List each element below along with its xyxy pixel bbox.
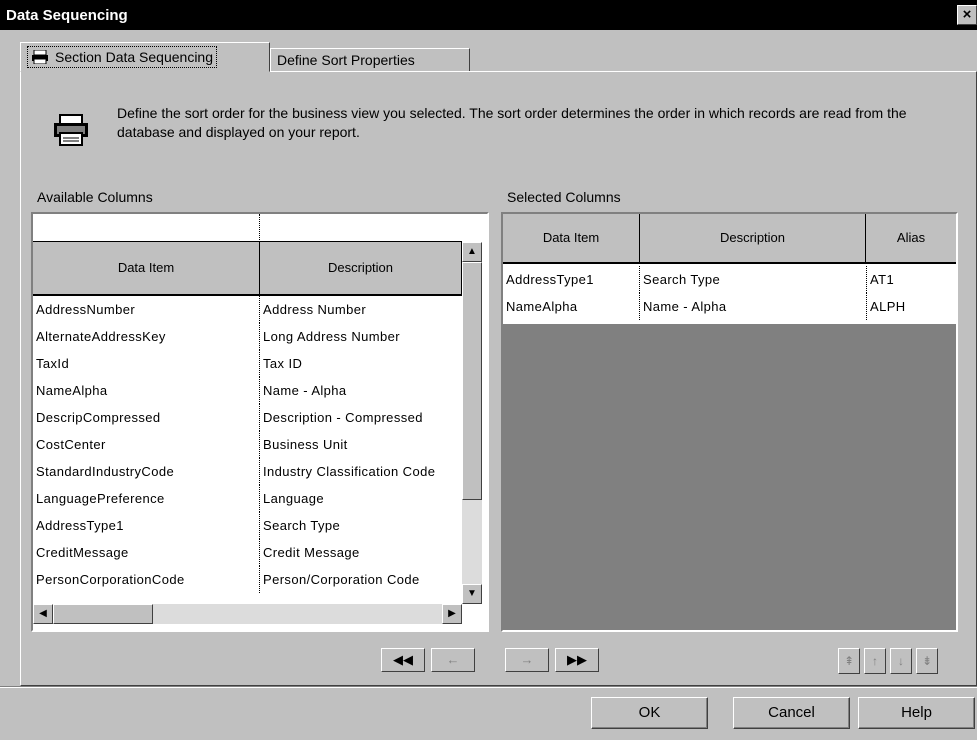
window-title: Data Sequencing bbox=[6, 6, 128, 24]
column-header-description[interactable]: Description bbox=[260, 242, 462, 296]
table-row[interactable]: PersonCorporationCode Person/Corporation … bbox=[33, 566, 462, 593]
table-row[interactable]: NameAlpha Name - Alpha bbox=[33, 377, 462, 404]
selected-columns-label: Selected Columns bbox=[507, 189, 621, 205]
column-header-data-item[interactable]: Data Item bbox=[503, 214, 640, 264]
printer-icon bbox=[54, 114, 88, 146]
remove-button[interactable]: ← bbox=[431, 648, 475, 672]
ok-label: OK bbox=[638, 704, 661, 721]
table-row[interactable]: StandardIndustryCode Industry Classificat… bbox=[33, 458, 462, 485]
move-down-button[interactable]: ↓ bbox=[890, 648, 912, 674]
column-header-data-item[interactable]: Data Item bbox=[33, 242, 260, 296]
table-row[interactable]: NameAlpha Name - Alpha ALPH bbox=[503, 293, 956, 320]
divider bbox=[0, 686, 977, 688]
table-row[interactable]: LanguagePreference Language bbox=[33, 485, 462, 512]
table-row[interactable]: AlternateAddressKey Long Address Number bbox=[33, 323, 462, 350]
vertical-scrollbar[interactable]: ▲ ▼ bbox=[462, 242, 482, 604]
title-bar: Data Sequencing × bbox=[0, 0, 977, 30]
move-bottom-button[interactable]: ⇟ bbox=[916, 648, 938, 674]
tab-section-data-sequencing[interactable]: Section Data Sequencing bbox=[20, 42, 270, 72]
table-row[interactable]: AddressType1 Search Type AT1 bbox=[503, 266, 956, 293]
scroll-up-arrow-icon[interactable]: ▲ bbox=[462, 242, 482, 262]
table-row[interactable]: CreditMessage Credit Message bbox=[33, 539, 462, 566]
add-button[interactable]: → bbox=[505, 648, 549, 672]
tab-define-sort-properties[interactable]: Define Sort Properties bbox=[270, 48, 470, 72]
ok-button[interactable]: OK bbox=[591, 697, 708, 729]
column-header-description[interactable]: Description bbox=[640, 214, 866, 264]
move-up-button[interactable]: ↑ bbox=[864, 648, 886, 674]
available-columns-label: Available Columns bbox=[37, 189, 153, 205]
tab-label: Define Sort Properties bbox=[277, 52, 415, 68]
help-button[interactable]: Help bbox=[858, 697, 975, 729]
horizontal-scrollbar[interactable]: ◀ ▶ bbox=[33, 604, 462, 624]
remove-all-button[interactable]: ◀◀ bbox=[381, 648, 425, 672]
cancel-button[interactable]: Cancel bbox=[733, 697, 850, 729]
move-top-button[interactable]: ⇞ bbox=[838, 648, 860, 674]
table-row[interactable]: TaxId Tax ID bbox=[33, 350, 462, 377]
cancel-label: Cancel bbox=[768, 704, 815, 721]
scroll-down-arrow-icon[interactable]: ▼ bbox=[462, 584, 482, 604]
table-row[interactable]: AddressType1 Search Type bbox=[33, 512, 462, 539]
available-columns-grid[interactable]: Data Item Description AddressNumber Addre… bbox=[31, 212, 489, 632]
scroll-thumb[interactable] bbox=[53, 604, 153, 624]
scroll-thumb[interactable] bbox=[462, 262, 482, 500]
scroll-left-arrow-icon[interactable]: ◀ bbox=[33, 604, 53, 624]
help-label: Help bbox=[901, 704, 932, 721]
instructions-text: Define the sort order for the business v… bbox=[117, 105, 907, 140]
printer-icon bbox=[32, 50, 48, 64]
table-row[interactable]: CostCenter Business Unit bbox=[33, 431, 462, 458]
filter-row[interactable] bbox=[33, 214, 462, 242]
tab-label: Section Data Sequencing bbox=[55, 49, 213, 65]
close-button[interactable]: × bbox=[957, 5, 977, 25]
tab-panel: Define the sort order for the business v… bbox=[20, 71, 977, 686]
column-header-alias[interactable]: Alias bbox=[866, 214, 956, 264]
table-row[interactable]: DescripCompressed Description - Compresse… bbox=[33, 404, 462, 431]
selected-columns-grid[interactable]: Data Item Description Alias AddressType1… bbox=[501, 212, 958, 632]
table-row[interactable]: AddressNumber Address Number bbox=[33, 296, 462, 323]
add-all-button[interactable]: ▶▶ bbox=[555, 648, 599, 672]
scroll-right-arrow-icon[interactable]: ▶ bbox=[442, 604, 462, 624]
